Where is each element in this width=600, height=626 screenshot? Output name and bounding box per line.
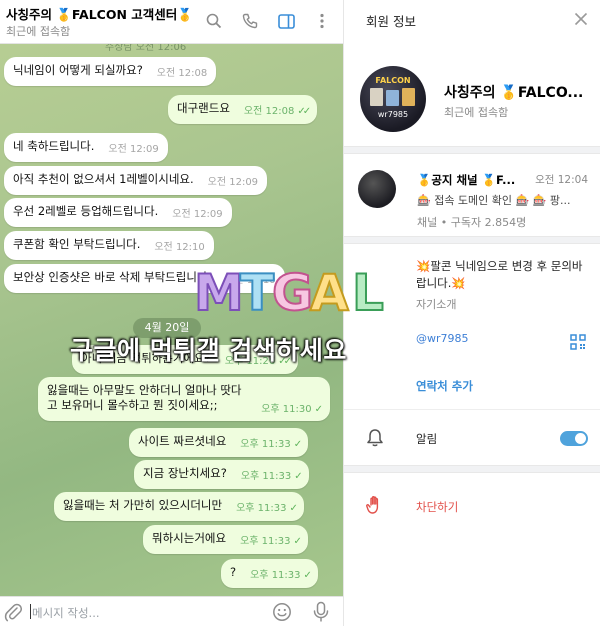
message-bubble-outgoing[interactable]: 지금 장난치세요? 오후 11:33 ✓ [134, 460, 309, 489]
section-divider [344, 146, 600, 154]
sidebar-toggle-icon[interactable] [275, 10, 297, 32]
text-caret [30, 604, 31, 619]
message-text: 대구랜드요 [177, 101, 230, 115]
chat-header: 사칭주의 🥇FALCON 고객센터🥇 최근에 접속함 [0, 0, 343, 44]
message-time: 오후 11:33 [240, 439, 291, 450]
linked-channel[interactable]: 🥇공지 채널 🥇F... 오전 12:04 🎰 접속 도메인 확인 🎰 🎰 팡.… [344, 154, 600, 236]
block-label: 차단하기 [416, 500, 459, 514]
details-section: 💥팔콘 닉네임으로 변경 후 문의바랍니다.💥 자기소개 @wr7985 연락처… [344, 244, 600, 409]
message-text: 잃을때는 처 가만히 있으시더니만 [63, 498, 223, 512]
message-bubble[interactable]: 우선 2레벨로 등업해드립니다. 오전 12:09 [4, 198, 232, 227]
message-time: 오전 12:08 [156, 68, 208, 79]
profile-section: FALCON wr7985 사칭주의 🥇FALCO... 최근에 접속함 [344, 38, 600, 146]
message-composer: 메시지 작성... [0, 596, 343, 626]
message-text: 아직 추천이 없으셔서 1레벨이시네요. [13, 172, 194, 186]
profile-status: 최근에 접속함 [444, 106, 509, 119]
message-time: 오전 12:08 [243, 106, 295, 117]
bell-icon [366, 428, 384, 451]
message-text: 사이트 짜르셧네요 [138, 434, 227, 448]
section-divider [344, 236, 600, 244]
avatar-username: wr7985 [377, 110, 409, 119]
message-text: 쿠폰함 확인 부탁드립니다. [13, 237, 141, 251]
read-check-icon: ✓ [293, 439, 303, 450]
close-icon[interactable] [572, 10, 590, 28]
add-contact-button[interactable]: 연락처 추가 [416, 378, 473, 394]
section-divider [344, 465, 600, 473]
message-time: 오전 12:10 [225, 275, 276, 286]
avatar[interactable]: FALCON wr7985 [360, 66, 426, 132]
block-user-row[interactable]: 차단하기 [344, 473, 600, 533]
message-bubble[interactable]: 아직 추천이 없으셔서 1레벨이시네요. 오전 12:09 [4, 166, 268, 195]
microphone-icon[interactable] [312, 601, 330, 626]
read-check-icon: ✓✓ [297, 106, 311, 117]
message-time: 오후 11:33 [240, 471, 292, 482]
bio-text[interactable]: 💥팔콘 닉네임으로 변경 후 문의바랍니다.💥 [416, 258, 586, 292]
message-text: 보안상 인증샷은 바로 삭제 부탁드립니다. [13, 270, 212, 284]
notifications-row[interactable]: 알림 [344, 409, 600, 465]
message-bubble-outgoing[interactable]: ? 오후 11:33 ✓ [221, 559, 318, 588]
more-menu-icon[interactable] [311, 10, 333, 32]
message-bubble[interactable]: 쿠폰함 확인 부탁드립니다. 오전 12:10 [4, 231, 214, 260]
message-bubble-outgoing[interactable]: 뭐하시는거에요 오후 11:33 ✓ [143, 525, 308, 554]
chat-status: 최근에 접속함 [6, 25, 71, 38]
message-bubble-outgoing[interactable]: 사이트 짜르셧네요 오후 11:33 ✓ [129, 428, 309, 457]
channel-avatar [358, 170, 396, 208]
message-text: 뭐하시는거에요 [152, 531, 227, 545]
read-check-icon: ✓ [293, 536, 302, 547]
profile-name: 사칭주의 🥇FALCO... [444, 85, 584, 101]
message-time: 오후 11:33 [250, 570, 301, 581]
notifications-toggle[interactable] [560, 431, 588, 446]
message-bubble-outgoing[interactable]: 잃을때는 아무말도 안하더니 얼마나 땃다고 보유머니 몰수하고 뭔 짓이세요;… [38, 377, 330, 421]
paperclip-icon[interactable] [4, 602, 23, 625]
message-bubble[interactable]: 보안상 인증샷은 바로 삭제 부탁드립니다. 오전 12:10 [4, 264, 285, 293]
message-time: 오후 11:30 [261, 404, 312, 415]
read-check-icon: ✓ [303, 570, 313, 581]
info-header: 회원 정보 [344, 0, 600, 38]
message-time: 오전 12:10 [154, 242, 205, 253]
read-check-icon: ✓ [314, 404, 324, 415]
message-text: 닉네임이 어떻게 되실까요? [13, 63, 143, 77]
channel-subscribers: 채널 • 구독자 2.854명 [417, 216, 527, 229]
message-bubble[interactable]: 닉네임이 어떻게 되실까요? 오전 12:08 [4, 57, 217, 86]
notifications-label: 알림 [416, 432, 438, 446]
message-time: 오전 12:09 [108, 144, 159, 155]
read-check-icon: ✓ [294, 471, 303, 482]
bio-label: 자기소개 [416, 298, 457, 311]
message-bubble-outgoing[interactable]: 대구랜드요 오전 12:08 ✓✓ [168, 95, 318, 124]
channel-time: 오전 12:04 [535, 174, 588, 186]
message-time: 오후 11:33 [236, 503, 287, 514]
watermark-text: 구글에 먹튀갤 검색하세요 [70, 336, 347, 365]
message-text: 지금 장난치세요? [143, 466, 227, 480]
info-title: 회원 정보 [366, 14, 416, 29]
message-text: 우선 2레벨로 등업해드립니다. [13, 204, 159, 218]
message-time: 오후 11:33 [240, 536, 291, 547]
chat-title[interactable]: 사칭주의 🥇FALCON 고객센터🥇 [6, 4, 193, 23]
search-icon[interactable] [203, 10, 225, 32]
chat-panel: 사칭주의 🥇FALCON 고객센터🥇 최근에 접속함 주상담 오전 12:06 … [0, 0, 343, 626]
read-check-icon: ✓ [289, 503, 299, 514]
message-bubble[interactable]: 네 축하드립니다. 오전 12:09 [4, 133, 168, 162]
hand-stop-icon [366, 495, 384, 518]
username[interactable]: @wr7985 [416, 332, 469, 345]
phone-icon[interactable] [239, 10, 261, 32]
qr-code-icon[interactable] [570, 334, 586, 353]
emoji-icon[interactable] [272, 602, 292, 625]
message-time: 오전 12:09 [172, 209, 223, 220]
channel-preview: 🎰 접속 도메인 확인 🎰 🎰 팡... [417, 194, 571, 207]
message-bubble-outgoing[interactable]: 잃을때는 처 가만히 있으시더니만 오후 11:33 ✓ [54, 492, 304, 521]
message-text: 네 축하드립니다. [13, 139, 95, 153]
user-info-panel: 회원 정보 FALCON wr7985 사칭주의 🥇FALCO... 최근에 접… [343, 0, 600, 626]
message-input[interactable]: 메시지 작성... [32, 605, 100, 621]
channel-name: 🥇공지 채널 🥇F... [417, 173, 516, 187]
message-time: 오전 12:09 [207, 177, 259, 188]
message-text: ? [230, 565, 237, 579]
avatar-label: FALCON [375, 76, 411, 85]
